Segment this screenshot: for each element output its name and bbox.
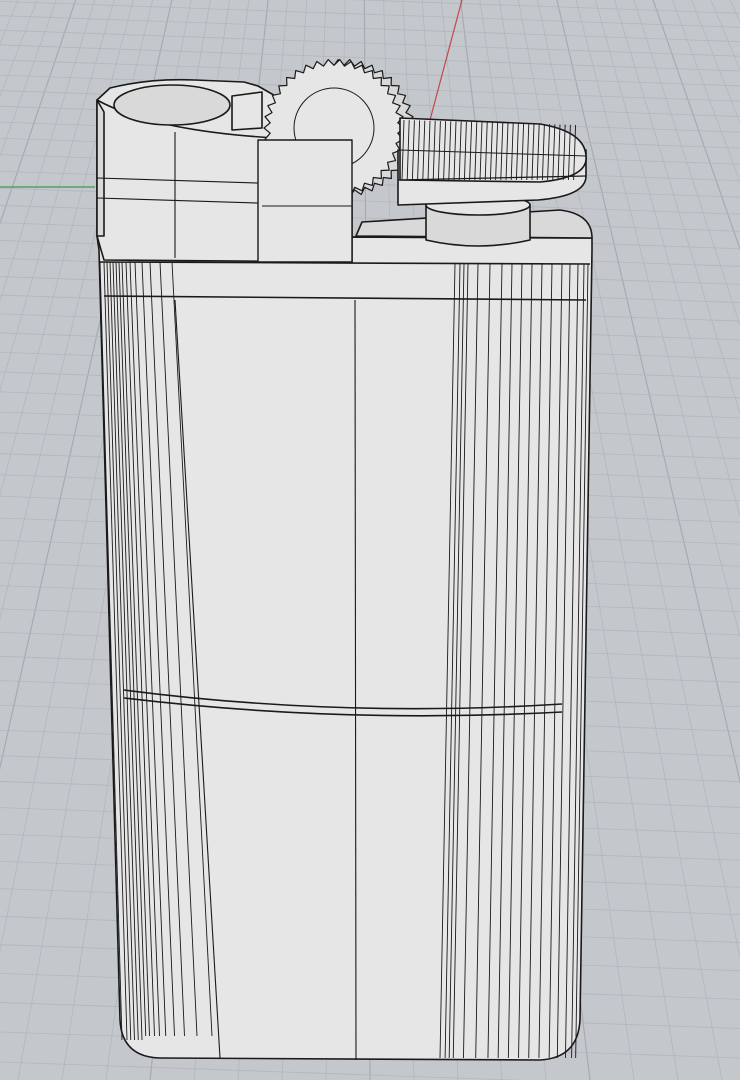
- lighter-body[interactable]: [96, 235, 593, 1061]
- grid-line: [0, 0, 36, 1080]
- grid-line: [582, 0, 740, 1080]
- viewport-scene[interactable]: [0, 0, 740, 1080]
- viewport[interactable]: [0, 0, 740, 1080]
- grid-line: [635, 0, 740, 1080]
- push-button[interactable]: [397, 117, 587, 206]
- grid-line: [0, 0, 28, 1080]
- grid-line: [0, 15, 740, 43]
- grid-line: [696, 0, 740, 1080]
- hood-front-panel: [257, 139, 353, 263]
- grid-line: [714, 0, 740, 1080]
- grid-line: [705, 0, 740, 1080]
- grid-line: [0, 29, 740, 57]
- grid-line: [0, 0, 740, 28]
- lighter-model[interactable]: [96, 59, 593, 1061]
